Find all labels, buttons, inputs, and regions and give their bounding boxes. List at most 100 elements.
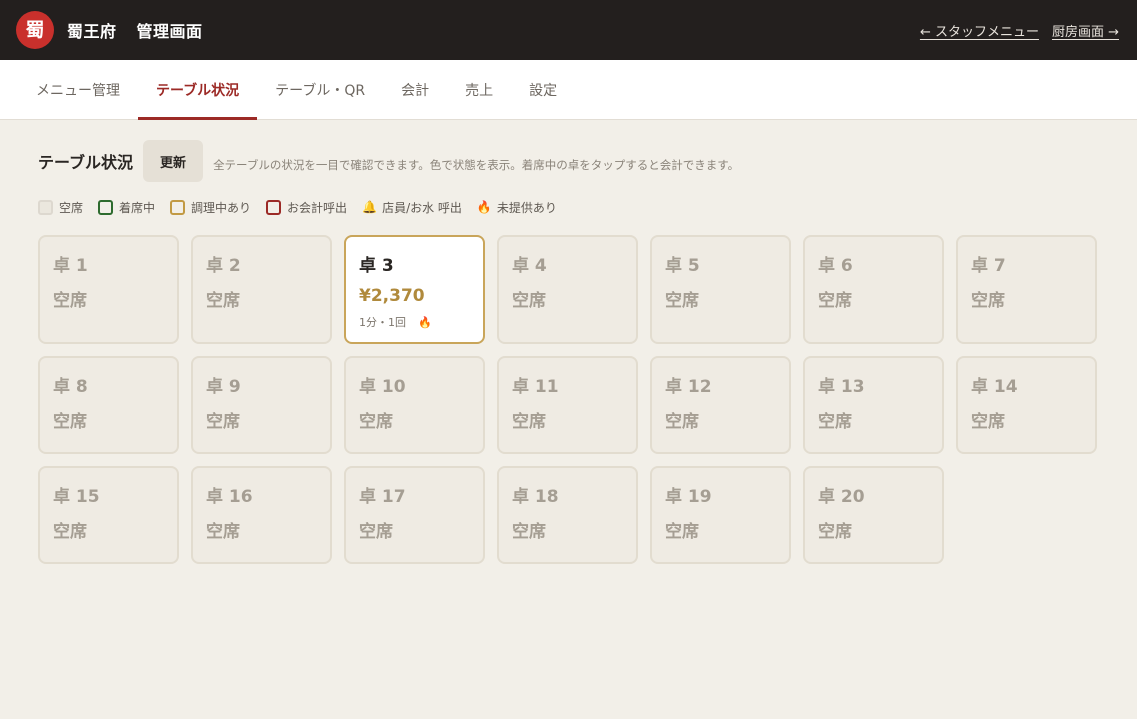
table-status: 空席 [206,412,240,432]
legend-seated-label: 着席中 [119,200,156,215]
table-card[interactable]: 卓 13 空席 [803,356,944,454]
table-status: 空席 [512,522,546,542]
table-status: 空席 [665,412,699,432]
table-name: 卓 14 [971,377,1018,397]
brand-subtitle: 管理画面 [136,22,203,41]
table-card[interactable]: 卓 11 空席 [497,356,638,454]
table-name: 卓 16 [206,487,253,507]
table-grid-row-1: 卓 1 空席 卓 2 空席 卓 3 ¥2,370 1分・1回 🔥 卓 4 空席 卓 5… [38,235,1099,344]
kitchen-screen-link[interactable]: 厨房画面 → [1052,21,1119,40]
main-content: テーブル状況 更新 全テーブルの状況を一目で確認できます。色で状態を表示。着席中… [0,120,1137,564]
table-card[interactable]: 卓 7 空席 [956,235,1097,344]
legend-unserved-label: 未提供あり [496,200,557,215]
legend-staff-call-label: 店員/お水 呼出 [382,200,462,215]
table-status: 空席 [818,291,852,311]
table-card[interactable]: 卓 1 空席 [38,235,179,344]
table-status: 空席 [206,291,240,311]
table-status: 空席 [206,522,240,542]
page-description: 全テーブルの状況を一目で確認できます。色で状態を表示。着席中の卓をタップすると会… [213,158,740,172]
app-title: 蜀王府 管理画面 [67,18,203,42]
legend: 空席 着席中 調理中あり お会計呼出 🔔 店員/お水 呼出 🔥 未提供あり [38,196,1099,218]
table-card[interactable]: 卓 19 空席 [650,466,791,564]
table-card[interactable]: 卓 8 空席 [38,356,179,454]
bill-swatch [266,199,282,215]
table-name: 卓 15 [53,487,100,507]
tab-checkout[interactable]: 会計 [383,60,447,119]
tab-menu-management[interactable]: メニュー管理 [18,60,138,119]
app-header: 蜀 蜀王府 管理画面 ← スタッフメニュー 厨房画面 → [0,0,1137,60]
fire-icon: 🔥 [418,315,432,329]
table-name: 卓 8 [53,377,88,397]
table-status: 空席 [53,291,87,311]
table-card[interactable]: 卓 15 空席 [38,466,179,564]
table-name: 卓 5 [665,256,700,276]
table-status: 空席 [665,291,699,311]
seated-swatch [98,199,114,215]
table-card[interactable]: 卓 5 空席 [650,235,791,344]
legend-bill: お会計呼出 [266,199,347,216]
table-name: 卓 18 [512,487,559,507]
table-meta: 1分・1回 🔥 [359,314,483,330]
table-status: 空席 [512,291,546,311]
table-status: 空席 [971,291,1005,311]
table-card[interactable]: 卓 4 空席 [497,235,638,344]
table-card[interactable]: 卓 17 空席 [344,466,485,564]
table-card[interactable]: 卓 6 空席 [803,235,944,344]
tab-bar: メニュー管理 テーブル状況 テーブル・QR 会計 売上 設定 [0,60,1137,120]
page-title: テーブル状況 [38,153,134,172]
table-name: 卓 7 [971,256,1006,276]
table-meta-text: 1分・1回 [359,316,406,329]
table-card[interactable]: 卓 16 空席 [191,466,332,564]
table-status: 空席 [359,522,393,542]
tab-sales[interactable]: 売上 [447,60,511,119]
table-card[interactable]: 卓 14 空席 [956,356,1097,454]
table-status: 空席 [665,522,699,542]
table-status: 空席 [512,412,546,432]
tab-table-status[interactable]: テーブル状況 [138,60,258,120]
table-name: 卓 3 [359,256,394,276]
legend-empty-label: 空席 [59,200,84,215]
table-name: 卓 1 [53,256,88,276]
bell-icon: 🔔 [362,200,378,214]
table-name: 卓 20 [818,487,865,507]
table-status: 空席 [359,412,393,432]
tab-settings[interactable]: 設定 [511,60,575,119]
empty-swatch [38,199,53,215]
table-name: 卓 19 [665,487,712,507]
table-card-active[interactable]: 卓 3 ¥2,370 1分・1回 🔥 [344,235,485,344]
legend-seated: 着席中 [98,199,155,216]
table-card[interactable]: 卓 2 空席 [191,235,332,344]
table-card[interactable]: 卓 12 空席 [650,356,791,454]
refresh-button[interactable]: 更新 [143,140,204,182]
fire-icon: 🔥 [476,200,492,214]
header-links: ← スタッフメニュー 厨房画面 → [920,21,1119,40]
table-name: 卓 9 [206,377,241,397]
table-name: 卓 12 [665,377,712,397]
table-name: 卓 4 [512,256,547,276]
legend-staff-call: 🔔 店員/お水 呼出 [362,199,462,216]
table-name: 卓 10 [359,377,406,397]
table-card[interactable]: 卓 20 空席 [803,466,944,564]
cooking-swatch [170,199,186,215]
table-status: 空席 [53,412,87,432]
table-name: 卓 6 [818,256,853,276]
logo-glyph: 蜀 [25,18,45,41]
table-status: 空席 [818,522,852,542]
brand-name: 蜀王府 [67,22,117,41]
legend-bill-label: お会計呼出 [287,200,348,215]
table-total: ¥2,370 [359,286,425,306]
table-card[interactable]: 卓 10 空席 [344,356,485,454]
legend-cooking-label: 調理中あり [191,200,252,215]
table-status: 空席 [818,412,852,432]
table-name: 卓 13 [818,377,865,397]
table-status: 空席 [53,522,87,542]
logo: 蜀 [16,11,54,49]
staff-menu-link[interactable]: ← スタッフメニュー [920,21,1039,40]
table-card[interactable]: 卓 18 空席 [497,466,638,564]
legend-empty: 空席 [38,199,83,216]
table-card[interactable]: 卓 9 空席 [191,356,332,454]
legend-unserved: 🔥 未提供あり [477,199,557,216]
tab-table-qr[interactable]: テーブル・QR [257,60,383,119]
title-row: テーブル状況 更新 全テーブルの状況を一目で確認できます。色で状態を表示。着席中… [38,140,1099,182]
table-grid-row-2: 卓 8 空席 卓 9 空席 卓 10 空席 卓 11 空席 卓 12 空席 卓 13 空席 … [38,356,1099,454]
